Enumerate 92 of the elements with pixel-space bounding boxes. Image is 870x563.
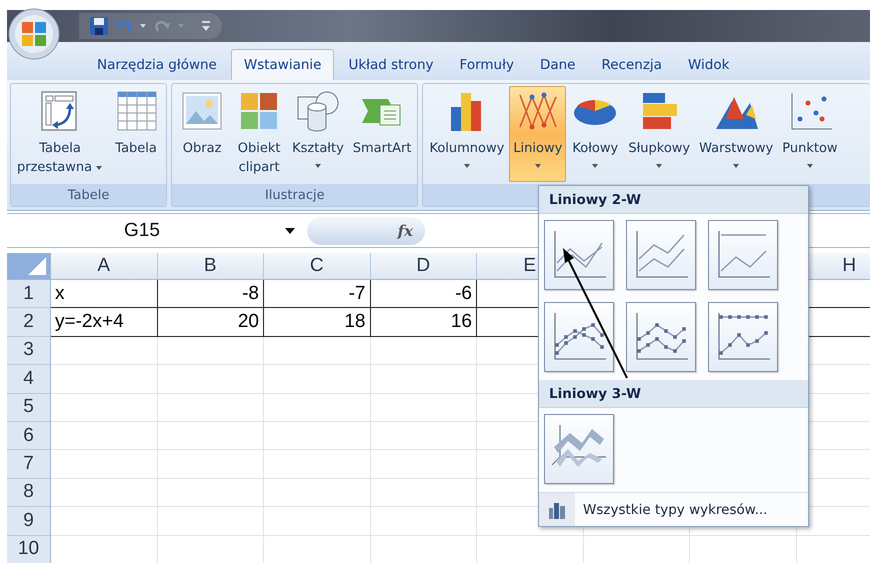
caret-icon[interactable] (285, 228, 295, 234)
table-cell[interactable] (264, 394, 370, 422)
column-header[interactable]: A (97, 255, 110, 277)
table-cell[interactable] (264, 365, 370, 394)
table-cell[interactable] (51, 365, 158, 394)
table-cell[interactable] (370, 478, 477, 508)
insert-function-button[interactable]: fx (307, 216, 425, 244)
table-cell[interactable]: y=-2x+4 (51, 308, 158, 337)
ribbon-button[interactable]: SmartArt (348, 86, 416, 182)
ribbon-button[interactable]: Warstwowy (695, 86, 778, 182)
table-cell[interactable] (158, 336, 264, 366)
caret-icon[interactable] (462, 163, 471, 169)
table-cell[interactable] (370, 394, 477, 422)
table-cell[interactable] (51, 394, 158, 422)
ribbon-button[interactable]: Punktow (778, 86, 842, 182)
column-header[interactable]: H (842, 255, 856, 277)
name-box[interactable]: G15 (7, 220, 277, 242)
customize-icon[interactable] (200, 19, 212, 33)
table-cell[interactable]: -7 (264, 280, 370, 308)
table-cell[interactable] (370, 450, 477, 479)
caret-icon[interactable] (732, 163, 740, 169)
table-cell[interactable]: -6 (370, 280, 477, 308)
caret-icon[interactable] (655, 163, 664, 169)
ribbon-tab[interactable]: Dane (528, 50, 588, 80)
table-cell[interactable]: x (51, 280, 158, 308)
table-cell[interactable] (264, 507, 370, 536)
row-header[interactable]: 1 (7, 280, 51, 308)
ribbon-button[interactable]: Liniowy (509, 86, 566, 182)
column-header[interactable]: B (204, 255, 217, 277)
ribbon-tab[interactable]: Narzędzia główne (85, 50, 229, 80)
ribbon-tab[interactable]: Recenzja (589, 50, 674, 80)
table-cell[interactable]: 18 (264, 308, 370, 337)
column-header[interactable]: D (416, 255, 430, 277)
group-label: Ilustracje (264, 188, 325, 202)
table-cell[interactable] (264, 450, 370, 479)
table-cell[interactable] (264, 422, 370, 450)
ribbon-button[interactable]: Kołowy (567, 86, 624, 182)
column-header[interactable]: E (523, 255, 536, 277)
ribbon-button[interactable]: Tabela (108, 86, 164, 182)
section-header: Liniowy 2-W (539, 186, 808, 214)
row-header[interactable]: 3 (7, 336, 51, 366)
table-cell[interactable] (158, 365, 264, 394)
line-chart-button[interactable] (544, 220, 614, 290)
caret-icon[interactable] (95, 164, 104, 170)
table-cell[interactable] (370, 507, 477, 536)
save-icon[interactable] (89, 16, 109, 36)
table-cell[interactable] (51, 478, 158, 508)
table-cell[interactable] (264, 336, 370, 366)
row-header[interactable]: 8 (7, 478, 51, 508)
table-cell[interactable] (51, 507, 158, 536)
ribbon-button[interactable]: Kształty (288, 86, 348, 182)
ribbon-tab[interactable]: Układ strony (336, 50, 446, 80)
row-header[interactable]: 7 (7, 450, 51, 479)
line-3d-chart-button[interactable] (544, 414, 614, 484)
row-header[interactable]: 10 (7, 536, 51, 563)
table-cell[interactable] (158, 507, 264, 536)
select-all-button[interactable] (7, 253, 51, 280)
table-cell[interactable] (158, 450, 264, 479)
table-cell[interactable] (158, 478, 264, 508)
table-cell[interactable] (51, 450, 158, 479)
ribbon-tab[interactable]: Formuły (448, 50, 526, 80)
table-cell[interactable] (158, 422, 264, 450)
table-cell[interactable] (51, 422, 158, 450)
row-header[interactable]: 5 (7, 394, 51, 422)
line-chart-button[interactable] (544, 302, 614, 372)
table-cell[interactable]: 16 (370, 308, 477, 337)
row-header[interactable]: 6 (7, 422, 51, 450)
ribbon-tab[interactable]: Widok (676, 50, 742, 80)
table-cell[interactable]: 20 (158, 308, 264, 337)
caret-icon[interactable] (806, 163, 814, 169)
ribbon-button[interactable]: Tabela przestawna (13, 86, 108, 182)
section-header: Liniowy 3-W (539, 380, 808, 408)
group-label: Tabele (68, 188, 110, 202)
table-cell[interactable] (370, 336, 477, 366)
table-cell[interactable] (158, 394, 264, 422)
row-header[interactable]: 4 (7, 365, 51, 394)
ribbon-button[interactable]: Obraz (174, 86, 230, 182)
table-cell[interactable] (264, 478, 370, 508)
ribbon-button[interactable]: Kolumnowy (425, 86, 508, 182)
column-header[interactable]: C (310, 255, 324, 277)
ribbon-button[interactable]: Obiekt clipart (231, 86, 288, 182)
caret-icon[interactable] (591, 163, 600, 169)
row-header[interactable]: 2 (7, 308, 51, 337)
table-cell[interactable] (51, 336, 158, 366)
ribbon-tab[interactable]: Wstawianie (230, 49, 334, 80)
row-header[interactable]: 9 (7, 507, 51, 536)
all-chart-types-item[interactable]: Wszystkie typy wykresów... (539, 492, 808, 526)
ribbon-button[interactable]: Słupkowy (624, 86, 694, 182)
caret-icon[interactable] (314, 163, 322, 169)
table-cell[interactable] (370, 422, 477, 450)
table-cell[interactable] (370, 365, 477, 394)
table-cell[interactable]: -8 (158, 280, 264, 308)
